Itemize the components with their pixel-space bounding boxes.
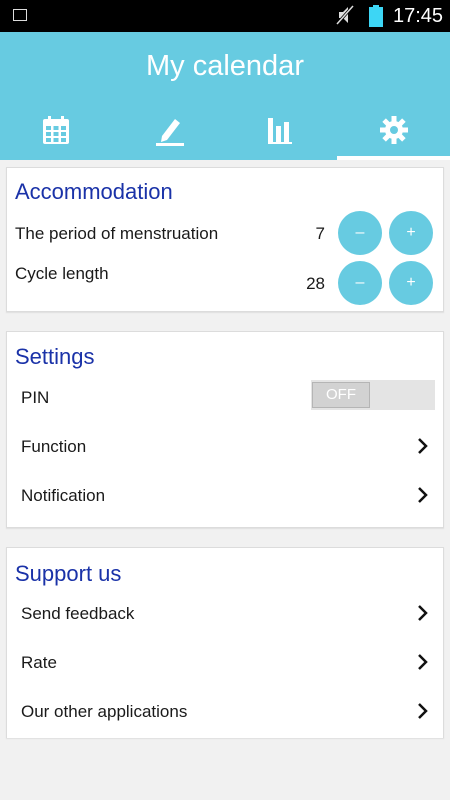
period-label: The period of menstruation xyxy=(15,224,219,243)
chevron-right-icon[interactable] xyxy=(417,604,429,622)
cycle-length-value: 28 xyxy=(306,274,325,293)
pin-toggle-state: OFF xyxy=(312,382,370,408)
settings-card: Settings PIN OFF Function Notification xyxy=(6,331,444,528)
send-feedback-item[interactable]: Send feedback xyxy=(21,604,134,624)
accommodation-card: Accommodation The period of menstruation… xyxy=(6,167,444,312)
status-bar: 17:45 xyxy=(0,0,450,32)
mute-icon xyxy=(335,5,355,25)
period-value: 7 xyxy=(315,224,325,243)
battery-icon xyxy=(369,5,383,27)
tab-notes[interactable] xyxy=(113,110,225,160)
app-bar: My calendar xyxy=(0,32,450,160)
chevron-right-icon[interactable] xyxy=(417,437,429,455)
tab-bar xyxy=(0,110,450,160)
tab-statistics[interactable] xyxy=(225,110,337,160)
support-card: Support us Send feedback Rate Our other … xyxy=(6,547,444,738)
support-title: Support us xyxy=(15,561,122,586)
period-decrease-button[interactable]: – xyxy=(338,211,382,255)
cycle-length-increase-button[interactable]: + xyxy=(389,261,433,305)
function-item[interactable]: Function xyxy=(21,437,86,457)
tab-calendar[interactable] xyxy=(0,110,112,160)
selected-tab-indicator xyxy=(337,156,450,160)
notification-item[interactable]: Notification xyxy=(21,486,105,506)
other-applications-item[interactable]: Our other applications xyxy=(21,702,187,722)
rate-item[interactable]: Rate xyxy=(21,653,57,673)
settings-title: Settings xyxy=(15,344,95,369)
pencil-icon xyxy=(156,119,184,146)
chevron-right-icon[interactable] xyxy=(417,702,429,720)
pin-label: PIN xyxy=(21,388,50,407)
accommodation-title: Accommodation xyxy=(15,179,173,204)
calendar-icon xyxy=(43,116,69,144)
bar-chart-icon xyxy=(268,118,292,144)
cycle-length-label: Cycle length xyxy=(15,264,109,283)
clock: 17:45 xyxy=(393,5,444,27)
chevron-right-icon[interactable] xyxy=(417,653,429,671)
app-title: My calendar xyxy=(146,50,304,82)
gear-icon xyxy=(380,116,408,144)
image-notification-icon xyxy=(13,9,27,21)
cycle-length-decrease-button[interactable]: – xyxy=(338,261,382,305)
tab-settings[interactable] xyxy=(337,110,449,160)
chevron-right-icon[interactable] xyxy=(417,486,429,504)
period-increase-button[interactable]: + xyxy=(389,211,433,255)
pin-toggle[interactable]: OFF xyxy=(311,380,435,410)
